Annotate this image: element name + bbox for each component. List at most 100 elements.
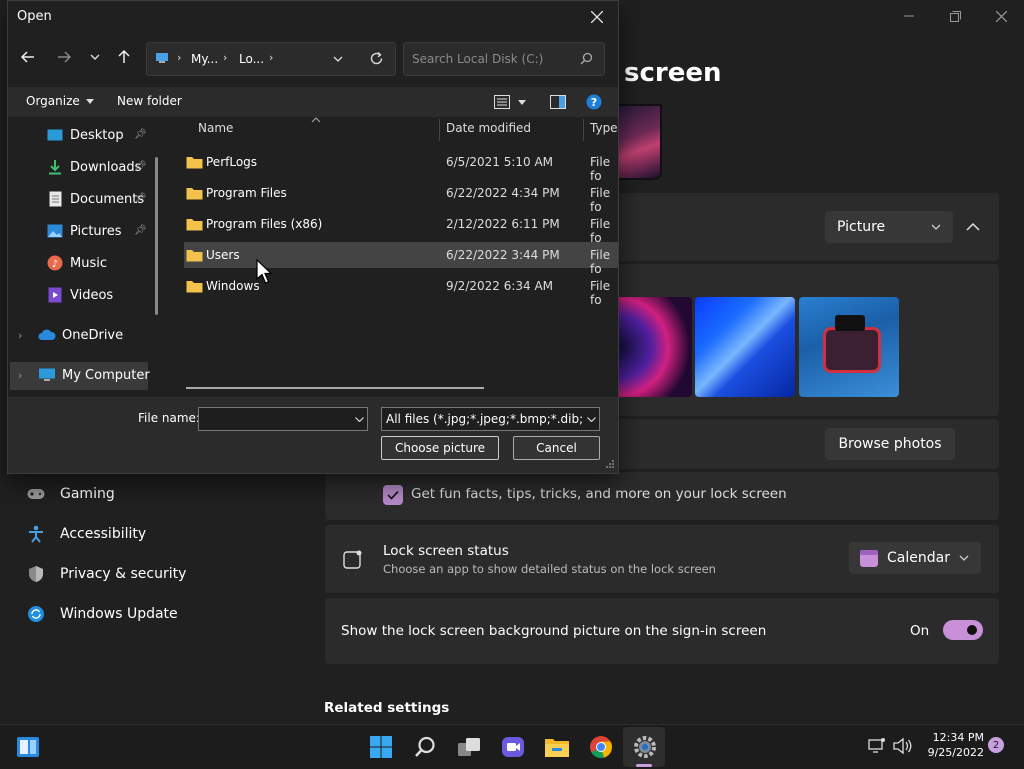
pin-icon: 📌︎ [134, 161, 147, 172]
column-header-name[interactable]: Name [198, 121, 233, 135]
tree-scrollbar[interactable] [155, 157, 158, 315]
nav-label: Windows Update [60, 606, 178, 622]
personalize-dropdown-value: Picture [837, 219, 886, 235]
close-window-button[interactable] [978, 4, 1024, 28]
tree-label: Documents [70, 191, 145, 207]
file-row[interactable]: Program Files (x86) 2/12/2022 6:11 PM Fi… [184, 211, 618, 245]
file-row[interactable]: PerfLogs 6/5/2021 5:10 AM File fo [184, 149, 618, 183]
close-icon [995, 10, 1007, 22]
view-options-button[interactable] [494, 95, 526, 109]
column-divider[interactable] [583, 119, 584, 141]
fun-facts-checkbox[interactable] [383, 485, 403, 505]
help-button[interactable]: ? [586, 94, 602, 110]
tree-item-downloads[interactable]: Downloads [46, 159, 141, 175]
search-placeholder: Search Local Disk (C:) [412, 52, 544, 66]
breadcrumb-item[interactable]: My... [191, 52, 218, 66]
resize-grip-icon[interactable] [605, 459, 615, 469]
search-taskbar-button[interactable] [411, 733, 439, 761]
file-row[interactable]: Windows 9/2/2022 6:34 AM File fo [184, 273, 618, 307]
tree-item-documents[interactable]: Documents [46, 191, 144, 207]
file-type-filter[interactable]: All files (*.jpg;*.jpeg;*.bmp;*.dib;*.pn… [381, 407, 600, 431]
browse-photos-button[interactable]: Browse photos [825, 428, 955, 460]
tree-label: OneDrive [62, 327, 124, 343]
chrome-button[interactable] [587, 733, 615, 761]
tree-item-desktop[interactable]: Desktop [46, 127, 124, 143]
search-icon [580, 52, 593, 65]
cancel-button[interactable]: Cancel [513, 436, 600, 460]
search-input[interactable]: Search Local Disk (C:) [403, 42, 605, 76]
column-divider[interactable] [439, 119, 440, 141]
widgets-button[interactable] [14, 733, 42, 761]
minimize-icon [904, 15, 914, 17]
nav-item-gaming[interactable]: Gaming [26, 484, 115, 504]
volume-icon[interactable] [892, 737, 912, 755]
dialog-close-button[interactable] [582, 5, 612, 29]
personalize-card: Picture [617, 193, 999, 261]
network-icon[interactable] [868, 737, 886, 755]
restore-button[interactable] [932, 4, 978, 28]
tree-item-pictures[interactable]: Pictures [46, 223, 121, 239]
refresh-icon[interactable] [369, 51, 384, 66]
update-icon [26, 604, 46, 624]
mouse-cursor-icon [256, 259, 272, 284]
toggle-state-label: On [910, 623, 930, 639]
notification-badge[interactable]: 2 [988, 737, 1004, 753]
expand-chevron-icon[interactable]: › [18, 329, 30, 342]
chevron-up-icon [966, 223, 980, 231]
new-folder-button[interactable]: New folder [117, 94, 182, 108]
address-bar[interactable]: › My... › Lo... › [146, 42, 396, 76]
nav-item-privacy[interactable]: Privacy & security [26, 564, 186, 584]
computer-icon [38, 367, 56, 383]
file-row[interactable]: Program Files 6/22/2022 4:34 PM File fo [184, 180, 618, 214]
tree-item-my-computer[interactable]: › My Computer [18, 367, 150, 383]
shield-icon [26, 564, 46, 584]
recent-locations-button[interactable] [90, 54, 100, 60]
back-button[interactable] [20, 49, 36, 65]
expand-chevron-icon[interactable]: › [18, 369, 30, 382]
nav-item-accessibility[interactable]: Accessibility [26, 524, 146, 544]
chevron-down-icon[interactable] [333, 56, 343, 62]
pictures-icon [46, 223, 64, 239]
file-row-selected[interactable]: Users 6/22/2022 3:44 PM File fo [184, 242, 618, 276]
tree-item-music[interactable]: ♪ Music [46, 255, 107, 271]
up-button[interactable] [116, 49, 132, 65]
teams-chat-button[interactable] [499, 733, 527, 761]
folder-icon [186, 219, 203, 231]
recent-image-1[interactable] [612, 297, 692, 397]
status-app-icon [343, 549, 363, 569]
calendar-icon [860, 550, 878, 567]
status-dropdown[interactable]: Calendar [849, 542, 981, 574]
column-header-date[interactable]: Date modified [446, 121, 531, 135]
breadcrumb-item[interactable]: Lo... [239, 52, 264, 66]
caret-down-icon [85, 98, 94, 104]
folder-icon [186, 188, 203, 200]
settings-taskbar-button[interactable] [631, 733, 659, 761]
organize-label: Organize [26, 94, 80, 108]
choose-picture-button[interactable]: Choose picture [381, 436, 499, 460]
list-view-icon [494, 95, 510, 109]
lock-screen-preview [616, 104, 662, 180]
recent-image-3[interactable] [799, 297, 899, 397]
clock[interactable]: 12:34 PM 9/25/2022 [922, 730, 984, 760]
accessibility-icon [26, 524, 46, 544]
task-view-button[interactable] [455, 733, 483, 761]
signin-toggle[interactable] [943, 620, 983, 640]
start-button[interactable] [367, 733, 395, 761]
tree-item-videos[interactable]: Videos [46, 287, 113, 303]
restore-icon [949, 10, 961, 22]
forward-button[interactable] [56, 49, 72, 65]
chrome-icon [590, 736, 612, 759]
preview-pane-button[interactable] [550, 95, 566, 109]
collapse-button[interactable] [963, 217, 983, 237]
dialog-toolbar: Organize New folder ? [8, 87, 618, 117]
horizontal-scrollbar[interactable] [186, 387, 484, 389]
nav-item-windows-update[interactable]: Windows Update [26, 604, 178, 624]
organize-button[interactable]: Organize [26, 94, 94, 108]
personalize-dropdown[interactable]: Picture [825, 211, 953, 243]
recent-image-2[interactable] [695, 297, 795, 397]
tree-item-onedrive[interactable]: › OneDrive [18, 327, 123, 343]
filename-input[interactable] [198, 407, 368, 431]
column-header-type[interactable]: Type [590, 121, 618, 135]
minimize-button[interactable] [886, 4, 932, 28]
file-explorer-button[interactable] [543, 733, 571, 761]
